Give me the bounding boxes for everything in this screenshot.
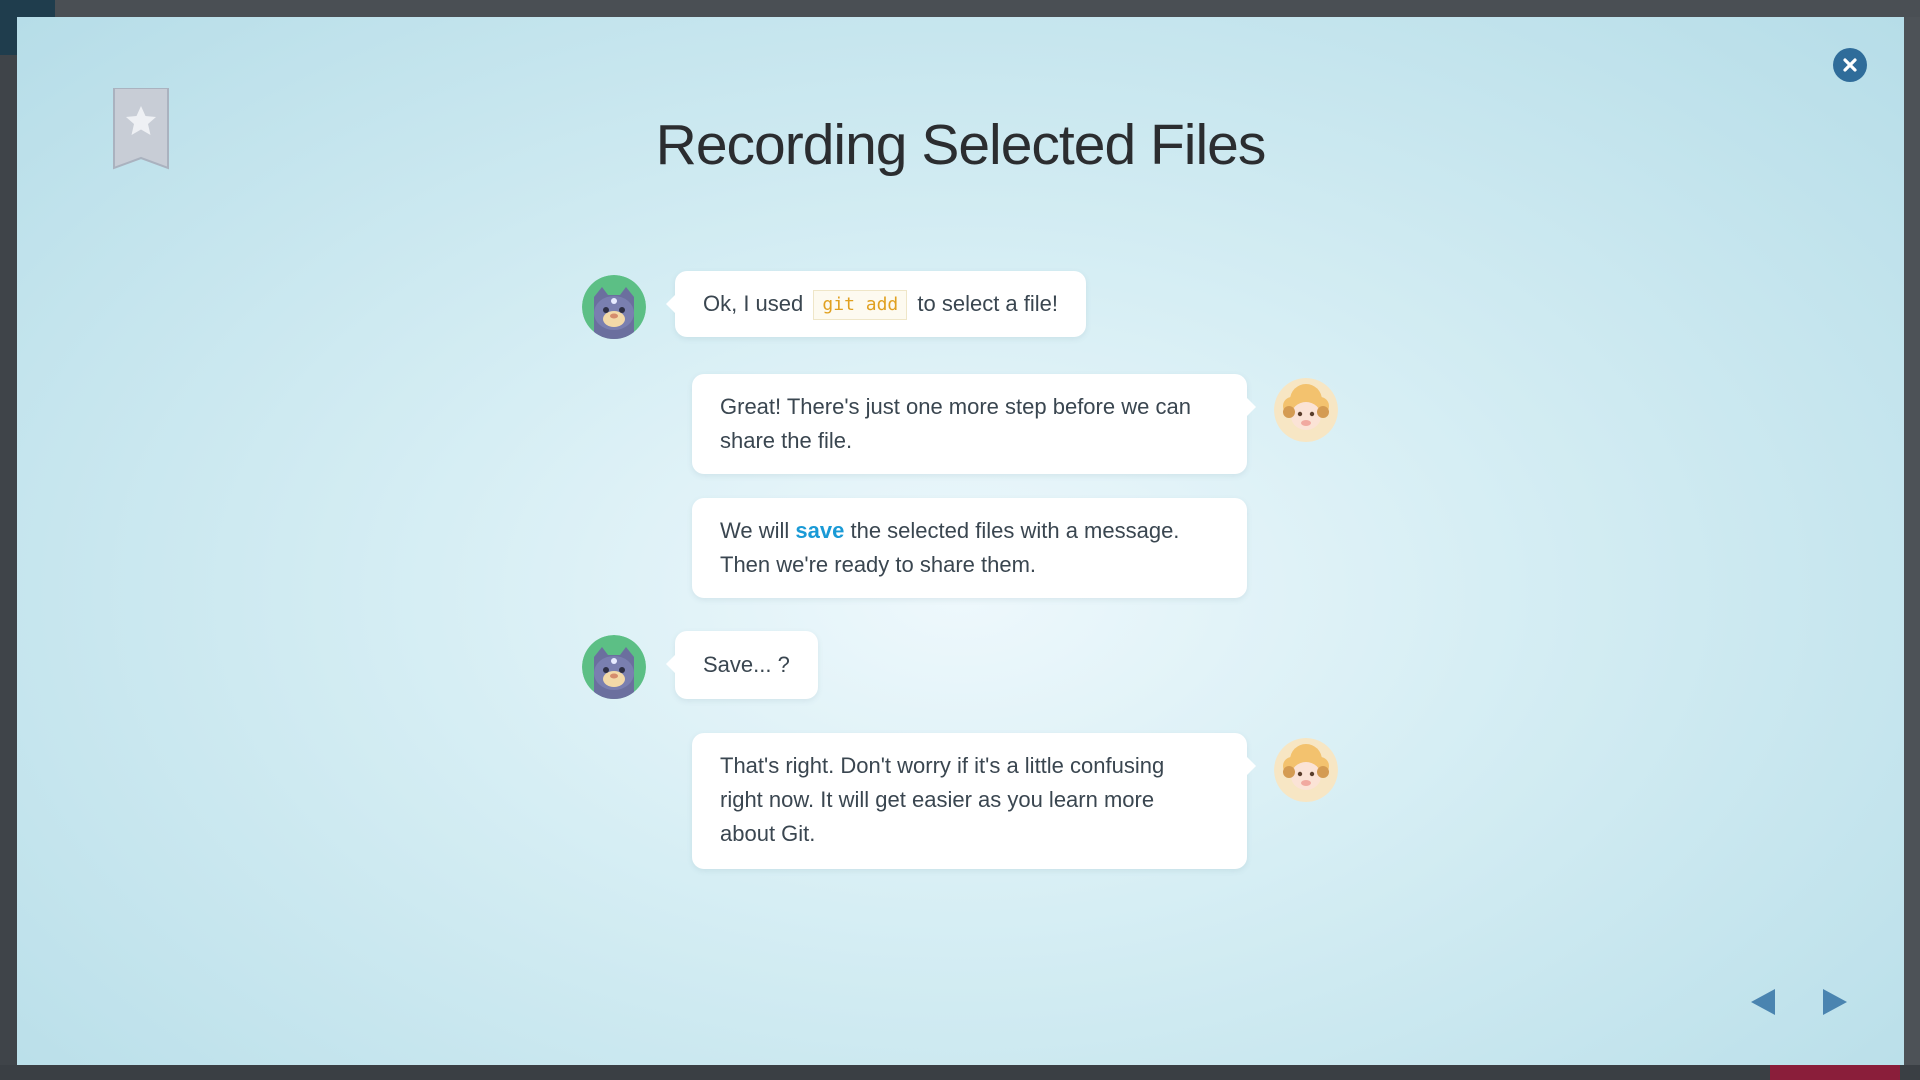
cat-avatar-image [582,275,646,339]
message-3-text-before: We will [720,518,790,543]
chat-thread: Ok, I used git add to select a file! Gre… [17,17,1904,1065]
triangle-left-icon [1751,989,1775,1015]
sheep-avatar [1274,378,1338,442]
message-1-text-after: to select a file! [917,291,1059,316]
message-3-line-1: We will save the selected files with a m… [720,514,1219,548]
message-bubble-2: Great! There's just one more step before… [692,374,1256,474]
sheep-avatar-image [1274,378,1338,442]
contact-us-button[interactable] [1770,1065,1900,1080]
message-5-line-3: about Git. [720,821,816,846]
cat-avatar [582,635,646,699]
message-5-line-2: right now. It will get easier as you lea… [720,787,1155,812]
sheep-avatar [1274,738,1338,802]
background-bottombar [0,1065,1920,1080]
background-scrollbar[interactable] [1904,17,1920,1067]
sheep-avatar-image [1274,738,1338,802]
message-2-line-1: Great! There's just one more step before… [720,394,1191,419]
message-1-text-before: Ok, I used [703,291,804,316]
message-3-line-2: Then we're ready to share them. [720,552,1037,577]
message-bubble-4: Save... ? [666,631,818,699]
next-button[interactable] [1819,987,1849,1022]
message-3-keyword: save [795,518,845,543]
message-3-text-after: the selected files with a message. [850,518,1180,543]
previous-button[interactable] [1749,987,1779,1022]
message-bubble-5: That's right. Don't worry if it's a litt… [692,733,1256,869]
message-1-code: git add [813,290,908,321]
background-topbar [0,0,1920,17]
message-bubble-1: Ok, I used git add to select a file! [665,271,1087,337]
message-5-line-1: That's right. Don't worry if it's a litt… [720,753,1165,778]
message-2-line-2: share the file. [720,428,853,453]
lesson-modal: Recording Selected Files Ok, I used git … [17,17,1904,1065]
message-bubble-3: We will save the selected files with a m… [692,498,1247,598]
cat-avatar-image [582,635,646,699]
cat-avatar [582,275,646,339]
triangle-right-icon [1823,989,1847,1015]
